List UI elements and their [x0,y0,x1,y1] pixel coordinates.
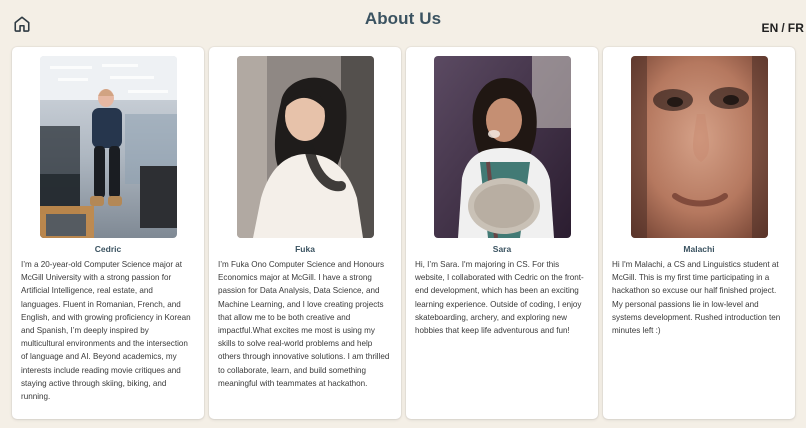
team-card-malachi: Malachi Hi I'm Malachi, a CS and Linguis… [603,47,795,419]
profile-photo [236,56,374,238]
profile-photo [433,56,571,238]
team-card-cedric: Cedric I’m a 20-year-old Computer Scienc… [12,47,204,419]
member-bio: Hi I'm Malachi, a CS and Linguistics stu… [612,260,781,336]
language-option-en[interactable]: EN [761,21,778,35]
member-name: Malachi [683,244,715,254]
member-name: Sara [492,244,512,254]
page-title: About Us [364,9,442,28]
member-bio: Hi, I’m Sara. I'm majoring in CS. For th… [415,260,584,336]
team-card-fuka: Fuka I’m Fuka Ono Computer Science and H… [209,47,401,419]
profile-photo [630,56,768,238]
top-bar: About Us EN / FR [0,0,806,44]
team-card-sara: Sara Hi, I’m Sara. I'm majoring in CS. F… [406,47,598,419]
member-bio: I’m Fuka Ono Computer Science and Honour… [218,260,390,388]
member-name: Cedric [94,244,122,254]
language-option-fr[interactable]: FR [788,21,804,35]
member-name: Fuka [295,244,315,254]
language-separator: / [781,21,785,35]
member-bio: I’m a 20-year-old Computer Science major… [21,260,191,402]
profile-photo [39,56,177,238]
team-cards: Cedric I’m a 20-year-old Computer Scienc… [12,47,795,419]
language-switcher: EN / FR [761,21,804,35]
